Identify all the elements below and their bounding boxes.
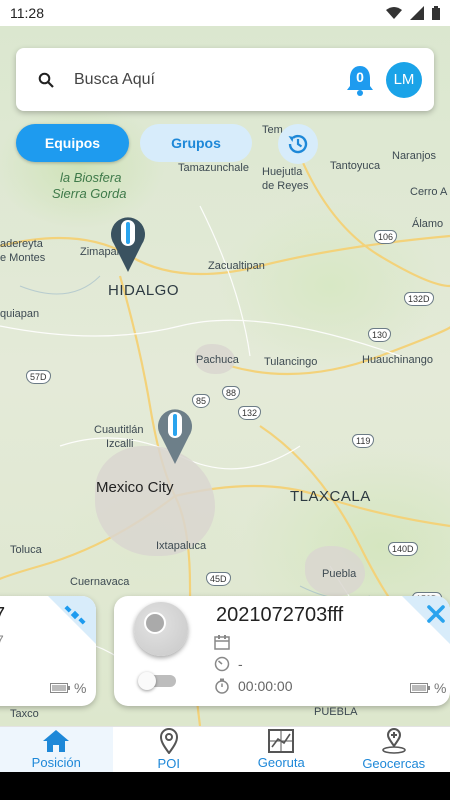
map-label-naranjos: Naranjos bbox=[392, 150, 437, 162]
road-badge-106: 106 bbox=[374, 230, 398, 244]
road-badge-45d: 45D bbox=[206, 572, 231, 586]
battery-status-icon bbox=[432, 6, 440, 20]
device-duration: 00:00:00 bbox=[238, 678, 293, 694]
device-toggle-switch[interactable] bbox=[138, 672, 178, 690]
satellite-icon bbox=[64, 605, 86, 625]
nav-item-georuta[interactable]: Georuta bbox=[225, 727, 338, 772]
road-badge-57d: 57D bbox=[26, 370, 51, 384]
filter-chip-grupos[interactable]: Grupos bbox=[140, 124, 252, 162]
status-dot bbox=[144, 612, 166, 634]
map-label-cuautitlan-1: Cuautitlán bbox=[94, 424, 144, 436]
map-label-tantoyuca: Tantoyuca bbox=[330, 160, 381, 172]
device-name-fragment: 7 bbox=[0, 604, 5, 627]
map-label-tamazunchale: Tamazunchale bbox=[178, 162, 249, 174]
avatar[interactable]: LM bbox=[386, 61, 422, 98]
geofence-pin-icon bbox=[381, 728, 406, 754]
map-label-biosfera-2: Sierra Gorda bbox=[52, 186, 127, 201]
map-label-alamo: Álamo bbox=[412, 218, 444, 230]
map-label-zacualtipan: Zacualtipan bbox=[208, 260, 265, 272]
map-label-hidalgo: HIDALGO bbox=[108, 282, 180, 299]
map-label-huauchinango: Huauchinango bbox=[362, 354, 433, 366]
map-label-biosfera-1: la Biosfera bbox=[60, 170, 122, 185]
device-name: 2021072703fff bbox=[216, 604, 344, 626]
map-label-toluca: Toluca bbox=[10, 544, 42, 556]
speedometer-icon bbox=[214, 656, 230, 672]
date-row bbox=[214, 634, 238, 650]
road-badge-130: 130 bbox=[368, 328, 392, 342]
route-map-icon bbox=[268, 729, 295, 753]
road-badge-132d: 132D bbox=[404, 292, 434, 306]
switch-thumb bbox=[138, 672, 156, 690]
device-speed: - bbox=[238, 656, 243, 672]
map-label-ixtapaluca: Ixtapaluca bbox=[156, 540, 207, 552]
status-bar: 11:28 bbox=[0, 0, 450, 26]
map-label-montes: e Montes bbox=[0, 252, 46, 264]
device-card[interactable]: 2021072703fff - 00:00:00 % bbox=[114, 596, 450, 706]
search-bar: 0 LM bbox=[16, 48, 434, 111]
search-icon[interactable] bbox=[28, 72, 64, 88]
device-pin-marker[interactable] bbox=[108, 214, 148, 274]
map-label-huejutla-1: Huejutla bbox=[262, 166, 303, 178]
status-icons bbox=[386, 6, 440, 20]
battery-indicator: % bbox=[50, 680, 86, 696]
nav-label-georuta: Georuta bbox=[257, 755, 305, 770]
battery-pct: % bbox=[74, 680, 87, 696]
battery-icon bbox=[50, 683, 70, 693]
device-pin-marker[interactable] bbox=[155, 406, 195, 466]
close-icon[interactable] bbox=[426, 604, 446, 624]
battery-indicator: % bbox=[410, 680, 446, 696]
system-navigation-bar bbox=[0, 772, 450, 800]
wifi-icon bbox=[386, 7, 402, 19]
map-pin-icon bbox=[159, 728, 178, 754]
map-label-taxco: Taxco bbox=[10, 708, 39, 720]
map-label-mexico-city: Mexico City bbox=[96, 479, 174, 496]
history-button[interactable] bbox=[278, 124, 318, 164]
map-label-cuernavaca: Cuernavaca bbox=[70, 576, 130, 588]
road-badge-140d: 140D bbox=[388, 542, 418, 556]
map-label-puebla-state: PUEBLA bbox=[314, 706, 358, 718]
device-sub-fragment: 7 bbox=[0, 632, 4, 648]
map-label-huejutla-2: de Reyes bbox=[262, 180, 309, 192]
map-label-tulancingo: Tulancingo bbox=[264, 356, 318, 368]
nav-item-geocercas[interactable]: Geocercas bbox=[338, 727, 450, 772]
filter-chip-equipos[interactable]: Equipos bbox=[16, 124, 129, 162]
status-time: 11:28 bbox=[10, 5, 44, 21]
device-status-knob[interactable] bbox=[134, 602, 188, 656]
nav-label-poi: POI bbox=[157, 756, 180, 771]
stopwatch-icon bbox=[215, 678, 229, 694]
signal-icon bbox=[410, 6, 424, 20]
home-icon bbox=[43, 730, 70, 752]
calendar-icon bbox=[214, 635, 230, 650]
map-label-cuautitlan-2: Izcalli bbox=[106, 438, 134, 450]
battery-pct: % bbox=[434, 680, 447, 696]
map-label-quiapan: quiapan bbox=[0, 308, 40, 320]
duration-row: 00:00:00 bbox=[214, 678, 293, 694]
notifications-button[interactable]: 0 bbox=[342, 62, 378, 98]
nav-label-geocercas: Geocercas bbox=[362, 756, 426, 771]
nav-item-posicion[interactable]: Posición bbox=[0, 727, 113, 772]
search-input[interactable] bbox=[74, 70, 342, 89]
nav-label-posicion: Posición bbox=[31, 755, 81, 770]
speed-row: - bbox=[214, 656, 243, 672]
device-card-partial[interactable]: 7 7 % bbox=[0, 596, 96, 706]
notification-count: 0 bbox=[356, 68, 364, 85]
road-badge-132: 132 bbox=[238, 406, 262, 420]
nav-item-poi[interactable]: POI bbox=[113, 727, 226, 772]
map-label-cadereyta: adereyta bbox=[0, 238, 43, 250]
battery-icon bbox=[410, 683, 430, 693]
road-badge-119: 119 bbox=[352, 434, 375, 448]
bottom-nav: Posición POI Georuta Geocercas bbox=[0, 726, 450, 772]
map-label-cerro-azul: Cerro A bbox=[410, 186, 448, 198]
map-label-tlaxcala: TLAXCALA bbox=[290, 488, 371, 505]
map-label-puebla: Puebla bbox=[322, 568, 357, 580]
history-icon bbox=[288, 134, 308, 154]
map-label-pachuca: Pachuca bbox=[196, 354, 239, 366]
